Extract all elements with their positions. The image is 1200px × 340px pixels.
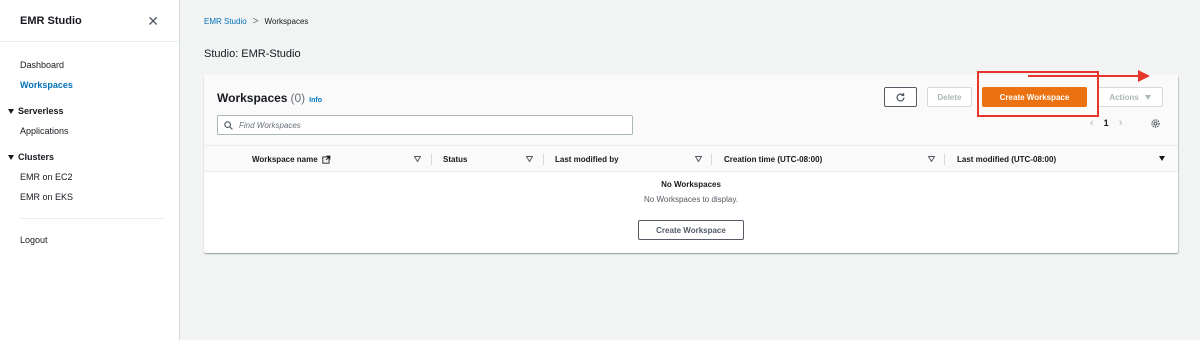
actions-dropdown[interactable]: Actions: [1097, 87, 1163, 107]
caret-down-icon: [8, 108, 14, 114]
caret-down-icon: [1144, 94, 1151, 100]
caret-down-icon: [8, 154, 14, 160]
workspace-count: (0): [290, 91, 306, 105]
panel-title: Workspaces (0) Info: [217, 91, 322, 105]
chevron-right-icon[interactable]: ›: [1119, 117, 1123, 129]
page-number[interactable]: 1: [1104, 118, 1109, 128]
workspaces-panel: Workspaces (0) Info Delete Create Workspac…: [204, 71, 1178, 253]
sidebar-item-logout[interactable]: Logout: [0, 230, 179, 250]
sidebar-nav: Dashboard Workspaces Serverless Applicat…: [0, 42, 179, 250]
column-separator: [944, 154, 945, 165]
column-label: Workspace name: [252, 155, 318, 164]
column-label: Last modified by: [555, 155, 619, 164]
sidebar-title: EMR Studio: [20, 14, 82, 27]
sidebar-item-dashboard[interactable]: Dashboard: [0, 55, 179, 75]
sidebar-section-clusters[interactable]: Clusters: [0, 147, 179, 167]
sidebar-item-emr-on-ec2[interactable]: EMR on EC2: [0, 167, 179, 187]
column-separator: [431, 154, 432, 165]
settings-gear-icon[interactable]: [1150, 118, 1161, 129]
create-workspace-button[interactable]: Create Workspace: [982, 87, 1087, 107]
page-title: Studio: EMR-Studio: [204, 48, 301, 60]
info-link[interactable]: Info: [309, 97, 322, 104]
breadcrumb-link-emr-studio[interactable]: EMR Studio: [204, 17, 247, 26]
sort-icon[interactable]: [928, 156, 935, 162]
sidebar-item-emr-on-eks[interactable]: EMR on EKS: [0, 187, 179, 207]
sort-icon[interactable]: [1159, 156, 1165, 161]
column-header-workspace-name[interactable]: Workspace name: [252, 146, 331, 173]
sidebar: EMR Studio ✕ Dashboard Workspaces Server…: [0, 0, 180, 340]
main-content: EMR Studio > Workspaces Studio: EMR-Stud…: [180, 0, 1200, 340]
sort-icon[interactable]: [695, 156, 702, 162]
breadcrumb: EMR Studio > Workspaces: [204, 16, 308, 27]
search-icon: [224, 120, 233, 130]
panel-header: Workspaces (0) Info Delete Create Workspac…: [204, 71, 1178, 145]
search-field[interactable]: [217, 115, 633, 135]
breadcrumb-current: Workspaces: [264, 17, 309, 26]
chevron-left-icon[interactable]: ‹: [1090, 117, 1094, 129]
sidebar-section-label: Serverless: [18, 106, 64, 116]
search-input[interactable]: [239, 120, 619, 130]
column-label: Status: [443, 155, 468, 164]
column-separator: [543, 154, 544, 165]
column-header-last-modified-by[interactable]: Last modified by: [555, 146, 619, 173]
column-header-creation-time[interactable]: Creation time (UTC-08:00): [724, 146, 822, 173]
column-label: Last modified (UTC-08:00): [957, 155, 1057, 164]
column-header-last-modified[interactable]: Last modified (UTC-08:00): [957, 146, 1056, 173]
column-separator: [711, 154, 712, 165]
empty-state-title: No Workspaces: [661, 180, 721, 189]
pagination: ‹ 1 ›: [1090, 117, 1122, 129]
close-icon[interactable]: ✕: [147, 14, 159, 28]
sort-icon[interactable]: [414, 156, 421, 162]
breadcrumb-separator-icon: >: [252, 16, 259, 27]
delete-button[interactable]: Delete: [927, 87, 972, 107]
refresh-icon: [896, 92, 905, 102]
sort-icon[interactable]: [526, 156, 533, 162]
sidebar-divider: [20, 218, 165, 219]
empty-state: No Workspaces No Workspaces to display.: [204, 180, 1178, 204]
sidebar-section-serverless[interactable]: Serverless: [0, 101, 179, 121]
refresh-button[interactable]: [884, 87, 917, 107]
sidebar-item-workspaces[interactable]: Workspaces: [0, 75, 179, 95]
actions-label: Actions: [1109, 92, 1139, 102]
empty-state-description: No Workspaces to display.: [644, 195, 738, 204]
panel-title-text: Workspaces: [217, 91, 288, 105]
column-header-status[interactable]: Status: [443, 146, 467, 173]
empty-create-workspace-button[interactable]: Create Workspace: [638, 220, 744, 240]
sidebar-header: EMR Studio ✕: [0, 0, 179, 42]
external-link-icon: [322, 155, 330, 164]
sidebar-section-label: Clusters: [18, 152, 55, 162]
table-header: Workspace name Status Last modified by C…: [204, 145, 1178, 172]
sidebar-item-applications[interactable]: Applications: [0, 121, 179, 141]
column-label: Creation time (UTC-08:00): [724, 155, 823, 164]
